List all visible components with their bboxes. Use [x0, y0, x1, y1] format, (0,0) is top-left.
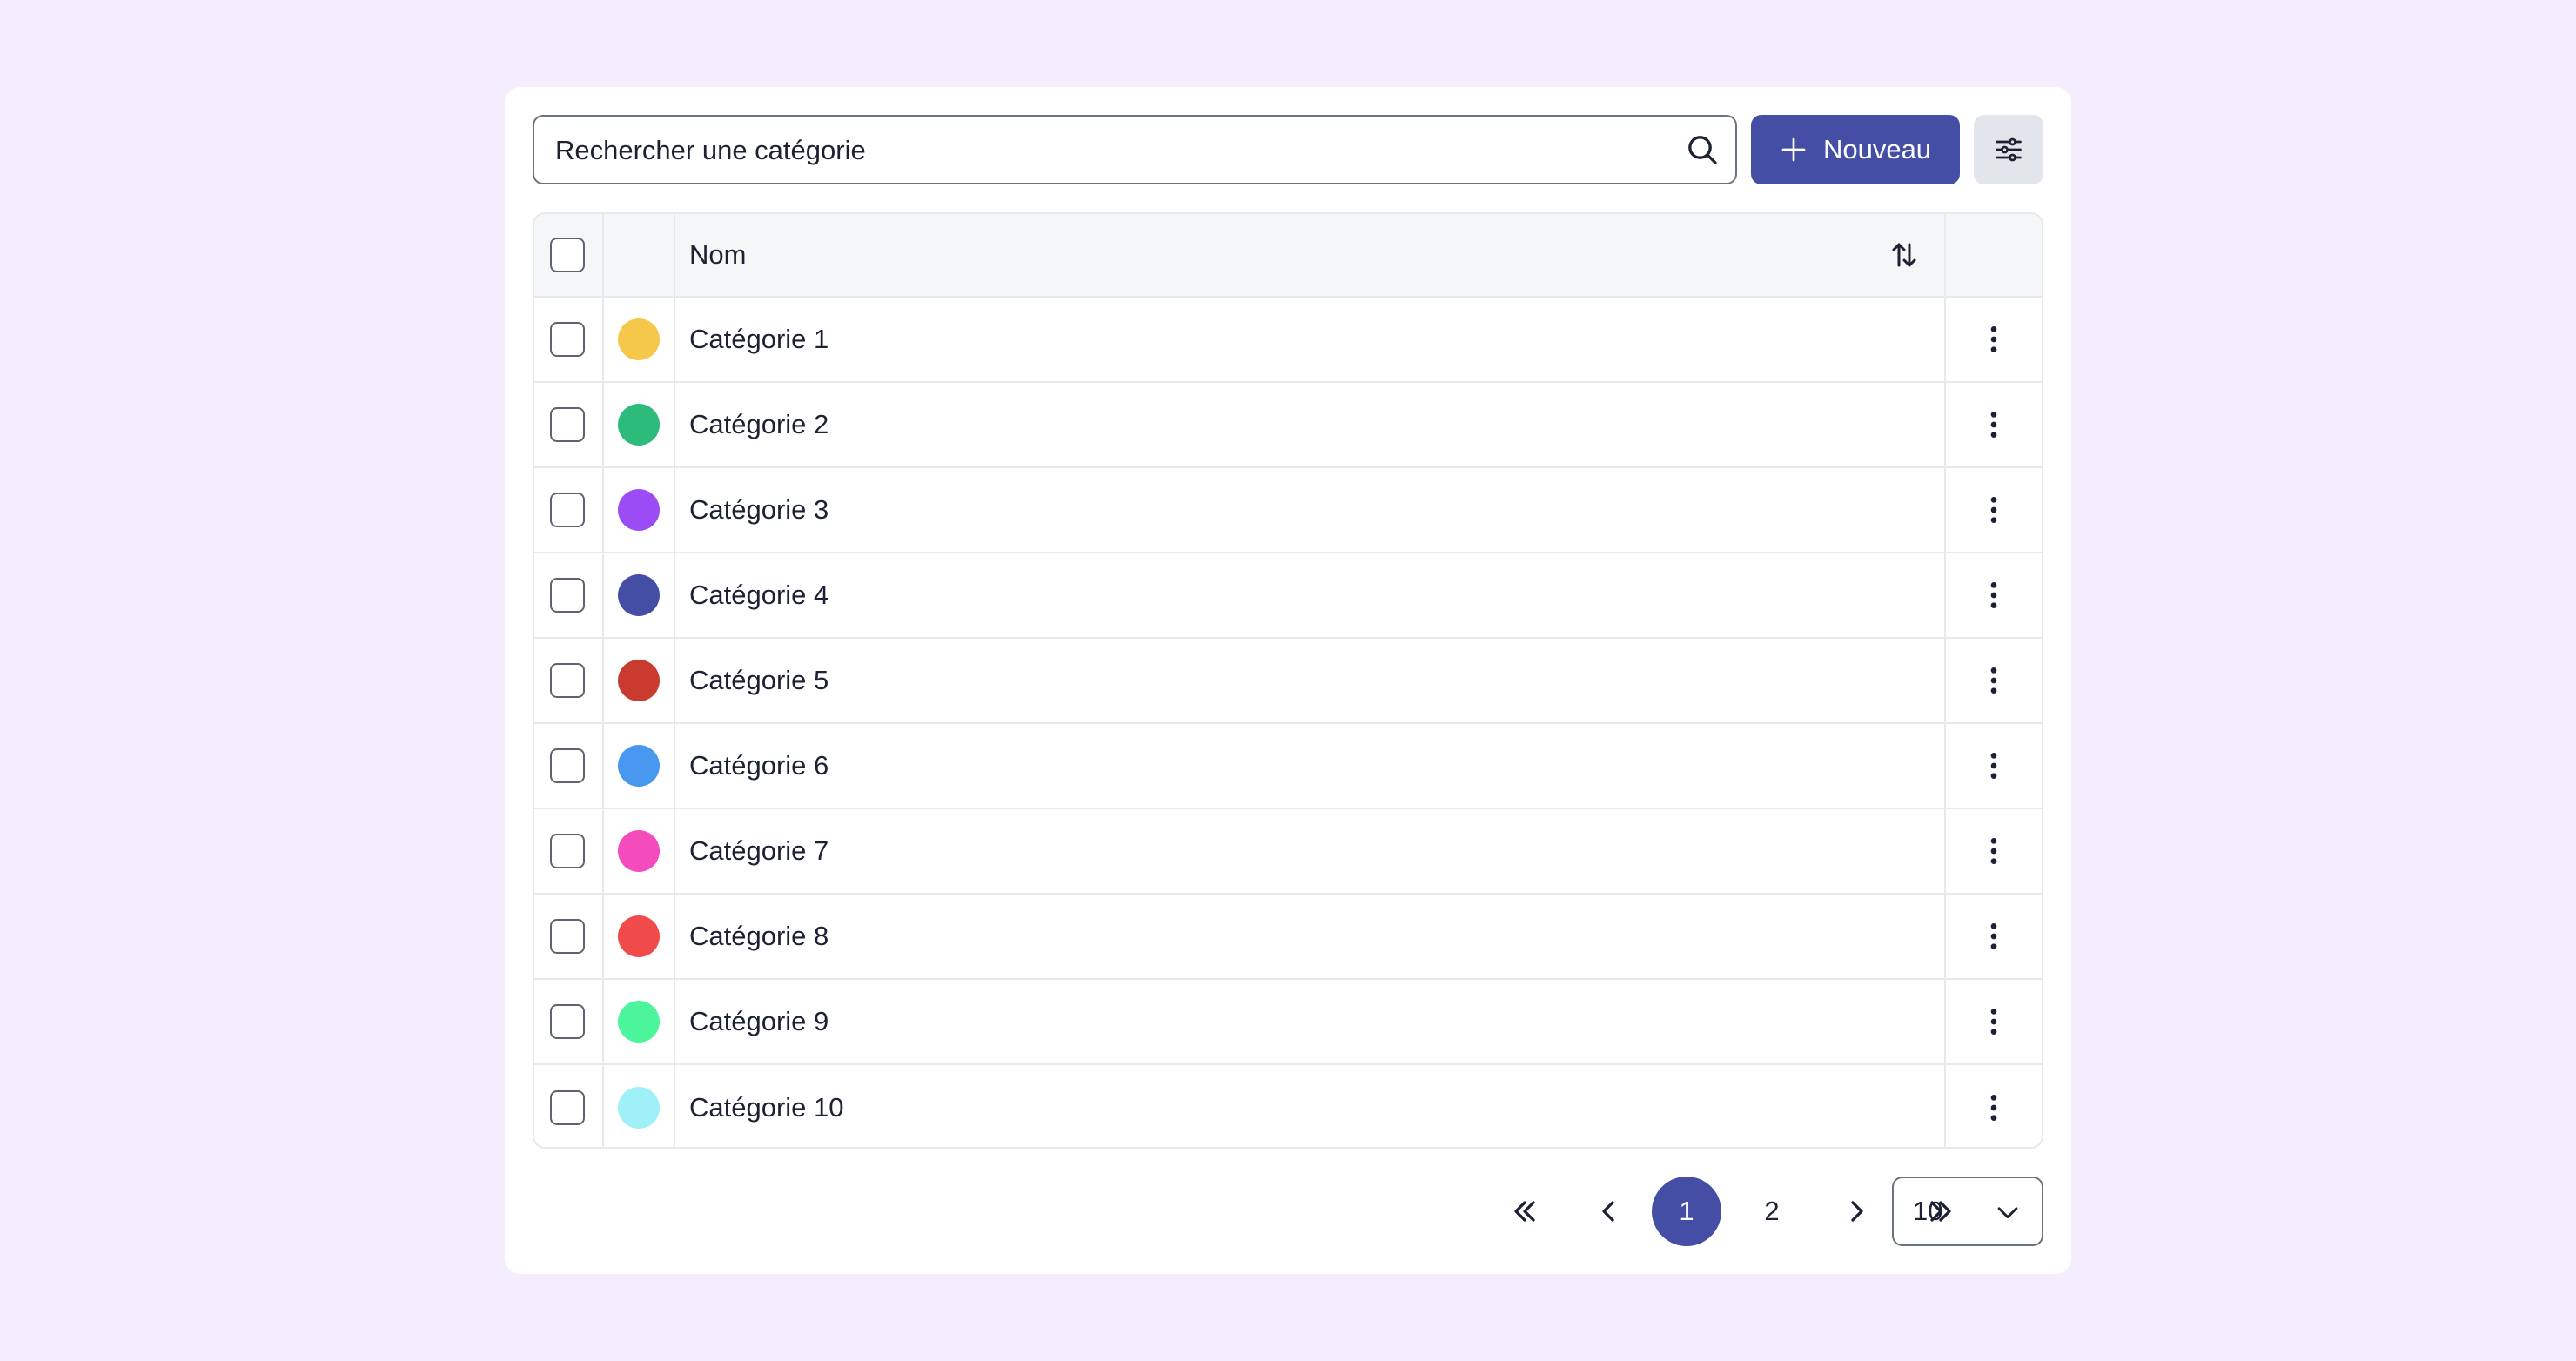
previous-page-button[interactable] [1573, 1177, 1643, 1246]
row-checkbox[interactable] [550, 493, 585, 527]
color-swatch [618, 489, 660, 531]
color-swatch [618, 1001, 660, 1043]
row-checkbox[interactable] [550, 407, 585, 442]
table-header: Nom [534, 214, 2042, 298]
row-checkbox[interactable] [550, 919, 585, 954]
color-swatch [618, 660, 660, 701]
color-column-header [604, 214, 675, 296]
page-2-button[interactable]: 2 [1737, 1177, 1807, 1246]
more-options-icon[interactable] [1976, 748, 2011, 783]
more-options-icon[interactable] [1976, 919, 2011, 954]
chevron-right-icon [1851, 1201, 1863, 1222]
category-name: Catégorie 5 [689, 665, 829, 695]
color-swatch [618, 830, 660, 872]
color-swatch [618, 915, 660, 957]
category-name: Catégorie 1 [689, 324, 829, 354]
search-box[interactable] [533, 115, 1737, 184]
row-checkbox[interactable] [550, 578, 585, 613]
category-name: Catégorie 4 [689, 580, 829, 610]
next-page-button[interactable] [1822, 1177, 1892, 1246]
sliders-icon [1996, 137, 2022, 162]
page-size-value: 10 [1913, 1196, 1943, 1226]
chevron-left-icon [1602, 1201, 1614, 1222]
chevron-down-icon [1997, 1207, 2018, 1219]
table-row[interactable]: Catégorie 4 [534, 553, 2042, 639]
table-row[interactable]: Catégorie 9 [534, 980, 2042, 1065]
more-options-icon[interactable] [1976, 663, 2011, 698]
table-row[interactable]: Catégorie 8 [534, 895, 2042, 980]
filter-button[interactable] [1974, 115, 2043, 184]
toolbar: Nouveau [533, 115, 2043, 184]
category-name: Catégorie 9 [689, 1006, 829, 1036]
more-options-icon[interactable] [1976, 578, 2011, 613]
row-checkbox[interactable] [550, 322, 585, 357]
more-options-icon[interactable] [1976, 407, 2011, 442]
plus-icon [1781, 137, 1806, 162]
page-1-button[interactable]: 1 [1652, 1177, 1721, 1246]
more-options-icon[interactable] [1976, 1004, 2011, 1039]
color-swatch [618, 745, 660, 787]
sort-icon[interactable] [1888, 239, 1920, 271]
category-name: Catégorie 6 [689, 750, 829, 781]
select-all-checkbox[interactable] [550, 238, 585, 272]
pagination: 1 2 10 [505, 1177, 2071, 1246]
category-name: Catégorie 10 [689, 1092, 844, 1123]
color-swatch [618, 404, 660, 446]
more-options-icon[interactable] [1976, 1090, 2011, 1125]
first-page-button[interactable] [1490, 1177, 1560, 1246]
actions-column-header [1946, 214, 2042, 296]
name-column-header[interactable]: Nom [675, 214, 1946, 296]
category-name: Catégorie 7 [689, 835, 829, 866]
category-name: Catégorie 3 [689, 494, 829, 525]
table-row[interactable]: Catégorie 10 [534, 1065, 2042, 1147]
search-icon[interactable] [1685, 132, 1720, 167]
chevrons-left-icon [1514, 1201, 1535, 1222]
row-checkbox[interactable] [550, 1090, 585, 1125]
row-checkbox[interactable] [550, 663, 585, 698]
search-input[interactable] [553, 117, 1671, 184]
name-column-label: Nom [689, 239, 747, 270]
page-size-select[interactable]: 10 [1892, 1177, 2043, 1246]
color-swatch [618, 574, 660, 616]
categories-table: Nom Catégorie 1 Catégorie 2 Catégorie 3 Cat… [533, 212, 2043, 1149]
row-checkbox[interactable] [550, 1004, 585, 1039]
new-button-label: Nouveau [1822, 134, 1932, 164]
table-row[interactable]: Catégorie 2 [534, 383, 2042, 468]
table-row[interactable]: Catégorie 3 [534, 468, 2042, 553]
color-swatch [618, 318, 660, 360]
color-swatch [618, 1087, 660, 1129]
categories-panel: Nouveau Nom Catégorie 1Catégorie 2C [505, 87, 2071, 1274]
table-row[interactable]: Catégorie 7 [534, 809, 2042, 895]
row-checkbox[interactable] [550, 748, 585, 783]
row-checkbox[interactable] [550, 834, 585, 868]
category-name: Catégorie 2 [689, 409, 829, 439]
more-options-icon[interactable] [1976, 834, 2011, 868]
more-options-icon[interactable] [1976, 493, 2011, 527]
table-row[interactable]: Catégorie 1 [534, 298, 2042, 383]
new-button[interactable]: Nouveau [1751, 115, 1960, 184]
table-row[interactable]: Catégorie 5 [534, 639, 2042, 724]
category-name: Catégorie 8 [689, 921, 829, 951]
table-row[interactable]: Catégorie 6 [534, 724, 2042, 809]
more-options-icon[interactable] [1976, 322, 2011, 357]
